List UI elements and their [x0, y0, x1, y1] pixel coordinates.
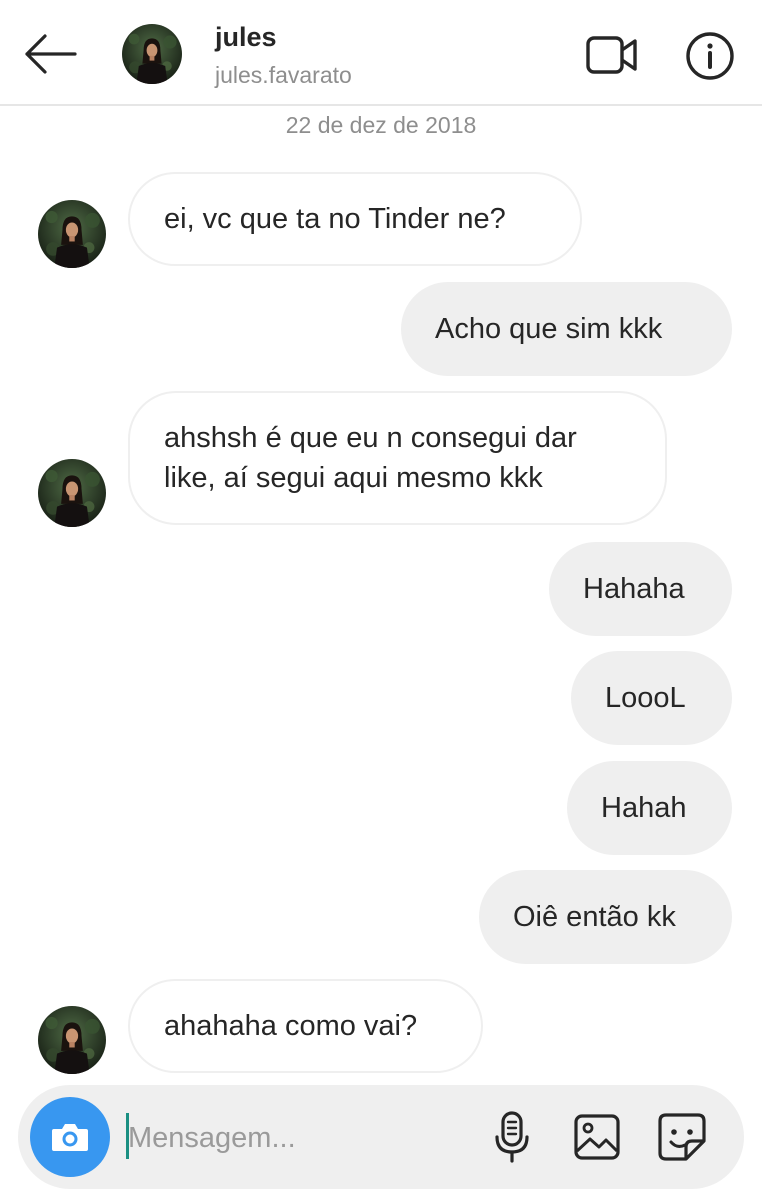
microphone-icon [495, 1111, 529, 1163]
image-icon [574, 1114, 620, 1160]
chat-header: jules jules.favarato [0, 0, 762, 106]
video-call-button[interactable] [582, 30, 642, 80]
sticker-icon [658, 1113, 706, 1161]
message-text: ei, vc que ta no Tinder ne? [164, 203, 506, 235]
info-button[interactable] [682, 28, 738, 84]
message-bubble-incoming[interactable]: ahshsh é que eu n consegui dar like, aí … [128, 391, 667, 525]
message-bubble-outgoing[interactable]: Hahah [567, 761, 732, 855]
gallery-button[interactable] [569, 1109, 625, 1165]
message-text: LoooL [605, 682, 686, 714]
date-separator: 22 de dez de 2018 [285, 112, 477, 138]
sender-avatar[interactable] [38, 1006, 106, 1074]
message-text-line: like, aí segui aqui mesmo kkk [164, 462, 543, 494]
chat-username: jules.favarato [215, 62, 352, 88]
message-bubble-incoming[interactable]: ahahaha como vai? [128, 979, 483, 1073]
camera-icon [52, 1124, 88, 1151]
message-bubble-incoming[interactable]: ei, vc que ta no Tinder ne? [128, 172, 582, 266]
sticker-button[interactable] [654, 1109, 710, 1165]
message-text: Hahah [601, 792, 687, 824]
back-button[interactable] [18, 26, 82, 82]
message-text-line: ahshsh é que eu n consegui dar [164, 422, 577, 454]
sender-avatar[interactable] [38, 200, 106, 268]
message-text: Hahaha [583, 573, 685, 605]
message-bubble-outgoing[interactable]: Acho que sim kkk [401, 282, 732, 376]
video-camera-icon [586, 36, 637, 74]
sender-avatar[interactable] [38, 459, 106, 527]
message-bubble-outgoing[interactable]: Hahaha [549, 542, 732, 636]
info-icon [686, 32, 734, 80]
camera-button[interactable] [30, 1097, 110, 1177]
arrow-left-icon [25, 34, 77, 74]
message-input[interactable] [126, 1111, 470, 1165]
message-composer [18, 1085, 744, 1189]
chat-title[interactable]: jules [215, 22, 277, 53]
voice-message-button[interactable] [484, 1109, 540, 1165]
message-text: Oiê então kk [513, 901, 676, 933]
header-avatar[interactable] [122, 24, 182, 84]
message-bubble-outgoing[interactable]: LoooL [571, 651, 732, 745]
message-text: Acho que sim kkk [435, 313, 663, 345]
message-bubble-outgoing[interactable]: Oiê então kk [479, 870, 732, 964]
message-text: ahahaha como vai? [164, 1010, 418, 1042]
